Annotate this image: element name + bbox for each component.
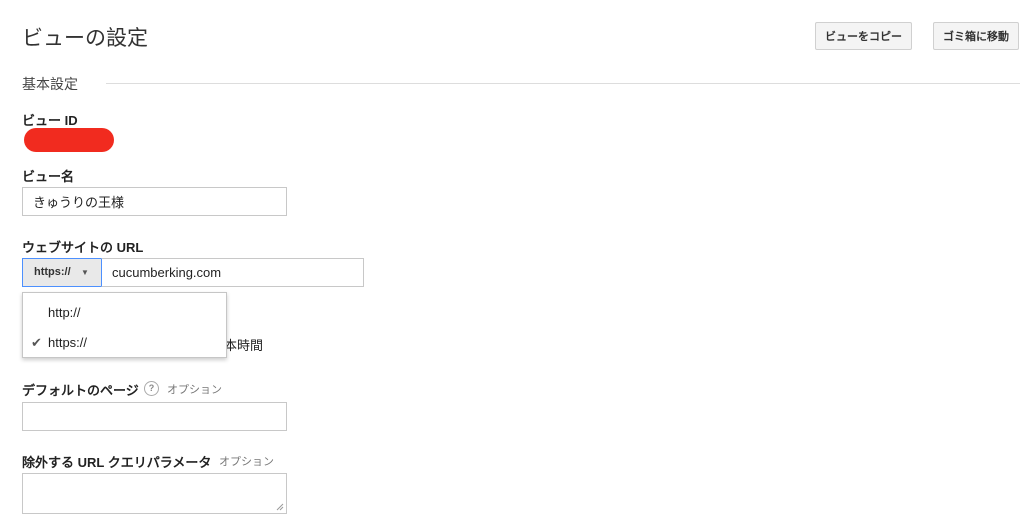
default-page-input[interactable] (22, 402, 287, 431)
caret-down-icon: ▼ (81, 268, 89, 277)
website-url-input[interactable] (101, 258, 364, 287)
timezone-partial-text: 本時間 (224, 338, 264, 353)
protocol-dropdown-menu: http:// ✔ https:// (22, 292, 227, 358)
protocol-selected-label: https:// (34, 266, 71, 278)
default-page-label: デフォルトのページ (22, 383, 139, 398)
protocol-option-http[interactable]: http:// (23, 300, 226, 326)
page-title: ビューの設定 (22, 27, 148, 50)
exclude-params-optional: オプション (219, 456, 274, 468)
section-divider (106, 83, 1020, 84)
section-header: 基本設定 (22, 74, 1020, 94)
view-id-label: ビュー ID (22, 113, 78, 128)
protocol-option-label: https:// (48, 335, 88, 350)
resize-handle-icon[interactable] (276, 503, 284, 511)
view-name-label: ビュー名 (22, 169, 75, 184)
exclude-params-label: 除外する URL クエリパラメータ (22, 455, 212, 470)
copy-view-button[interactable]: ビューをコピー (815, 22, 912, 50)
protocol-option-label: http:// (48, 305, 81, 320)
section-title: 基本設定 (22, 74, 88, 94)
protocol-select[interactable]: https:// ▼ (22, 258, 101, 287)
move-to-trash-button[interactable]: ゴミ箱に移動 (933, 22, 1019, 50)
website-url-label: ウェブサイトの URL (22, 240, 144, 255)
protocol-option-https[interactable]: ✔ https:// (23, 330, 226, 356)
check-icon: ✔ (31, 335, 42, 350)
default-page-optional: オプション (167, 384, 222, 396)
view-id-redaction (24, 128, 114, 152)
view-name-input[interactable] (22, 187, 287, 216)
help-icon[interactable]: ? (144, 381, 159, 396)
exclude-params-textarea[interactable] (22, 473, 287, 514)
